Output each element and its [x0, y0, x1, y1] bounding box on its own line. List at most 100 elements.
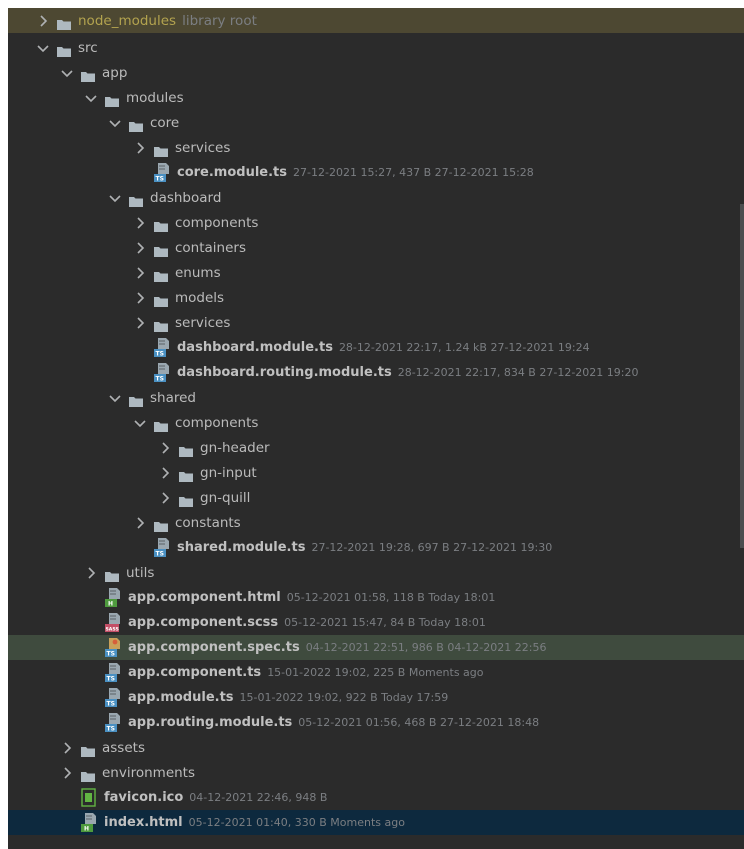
- svg-text:SASS: SASS: [106, 627, 119, 633]
- file-name: app.component.spec.ts: [128, 640, 300, 655]
- tree-file-favicon-ico[interactable]: favicon.ico 04-12-2021 22:46, 948 B: [8, 785, 744, 810]
- typescript-file-icon: TS: [154, 363, 171, 383]
- vertical-scrollbar[interactable]: [740, 204, 744, 548]
- tree-folder-gn-quill[interactable]: gn-quill: [8, 485, 744, 510]
- chevron-right-icon[interactable]: [133, 141, 147, 155]
- file-meta: 05-12-2021 15:47, 84 B Today 18:01: [284, 616, 486, 629]
- folder-name: assets: [102, 739, 145, 756]
- tree-file-core-module-ts[interactable]: TS core.module.ts 27-12-2021 15:27, 437 B …: [8, 160, 744, 185]
- tree-folder-environments[interactable]: environments: [8, 760, 744, 785]
- chevron-down-icon[interactable]: [36, 41, 50, 55]
- file-meta: 05-12-2021 01:56, 468 B 27-12-2021 18:48: [298, 716, 540, 729]
- chevron-down-icon[interactable]: [60, 66, 74, 80]
- tree-folder-core[interactable]: core: [8, 110, 744, 135]
- chevron-right-icon[interactable]: [133, 241, 147, 255]
- svg-text:H: H: [108, 601, 113, 608]
- chevron-right-icon[interactable]: [133, 216, 147, 230]
- tree-file-app-module-ts[interactable]: TS app.module.ts 15-01-2022 19:02, 922 B T…: [8, 685, 744, 710]
- sass-file-icon: SASS: [105, 613, 122, 633]
- typescript-file-icon: TS: [154, 338, 171, 358]
- file-meta: 15-01-2022 19:02, 225 B Moments ago: [267, 666, 484, 679]
- folder-icon: [129, 192, 143, 207]
- folder-icon: [154, 317, 168, 332]
- file-name: app.component.html: [128, 590, 281, 605]
- tree-folder-enums[interactable]: enums: [8, 260, 744, 285]
- chevron-right-icon[interactable]: [133, 291, 147, 305]
- tree-folder-shared[interactable]: shared: [8, 385, 744, 410]
- folder-icon: [57, 15, 71, 30]
- tree-folder-components[interactable]: components: [8, 410, 744, 435]
- folder-icon: [179, 467, 193, 482]
- chevron-right-icon[interactable]: [36, 14, 50, 28]
- chevron-right-icon[interactable]: [133, 516, 147, 530]
- folder-name: app: [102, 64, 128, 81]
- tree-folder-node-modules[interactable]: node_modules library root: [8, 8, 744, 33]
- folder-name: gn-input: [200, 464, 257, 481]
- folder-meta: library root: [182, 12, 257, 29]
- folder-name: constants: [175, 514, 241, 531]
- tree-file-app-routing-module-ts[interactable]: TS app.routing.module.ts 05-12-2021 01:56,…: [8, 710, 744, 735]
- project-tree[interactable]: node_modules library root src app modules cor…: [8, 8, 744, 849]
- tree-folder-constants[interactable]: constants: [8, 510, 744, 535]
- tree-file-dashboard-module-ts[interactable]: TS dashboard.module.ts 28-12-2021 22:17, 1…: [8, 335, 744, 360]
- tree-file-app-component-ts[interactable]: TS app.component.ts 15-01-2022 19:02, 225 …: [8, 660, 744, 685]
- file-meta: 28-12-2021 22:17, 834 B 27-12-2021 19:20: [397, 366, 639, 379]
- html-file-icon: H: [105, 588, 122, 608]
- chevron-down-icon[interactable]: [108, 116, 122, 130]
- folder-icon: [81, 767, 95, 782]
- chevron-down-icon[interactable]: [133, 416, 147, 430]
- tree-folder-gn-header[interactable]: gn-header: [8, 435, 744, 460]
- chevron-right-icon[interactable]: [60, 741, 74, 755]
- tree-folder-dashboard[interactable]: dashboard: [8, 185, 744, 210]
- tree-file-index-html[interactable]: Hindex.html 05-12-2021 01:40, 330 B Momen…: [8, 810, 744, 835]
- chevron-down-icon[interactable]: [108, 391, 122, 405]
- typescript-file-icon: TS: [154, 163, 171, 183]
- tree-folder-gn-input[interactable]: gn-input: [8, 460, 744, 485]
- file-name: app.routing.module.ts: [128, 715, 293, 730]
- typescript-file-icon: TS: [105, 688, 122, 708]
- chevron-right-icon[interactable]: [158, 466, 172, 480]
- tree-file-app-component-scss[interactable]: SASS app.component.scss 05-12-2021 15:47, …: [8, 610, 744, 635]
- folder-name: utils: [126, 564, 155, 581]
- chevron-right-icon[interactable]: [60, 766, 74, 780]
- chevron-down-icon[interactable]: [84, 91, 98, 105]
- folder-icon: [154, 417, 168, 432]
- folder-name: core: [150, 114, 180, 131]
- folder-icon: [154, 242, 168, 257]
- chevron-right-icon[interactable]: [158, 441, 172, 455]
- file-name: app.component.ts: [128, 665, 262, 680]
- folder-name: src: [78, 39, 98, 56]
- tree-folder-services[interactable]: services: [8, 135, 744, 160]
- folder-name: environments: [102, 764, 196, 781]
- file-meta: 27-12-2021 19:28, 697 B 27-12-2021 19:30: [311, 541, 553, 554]
- tree-file-app-component-spec-ts[interactable]: TS app.component.spec.ts 04-12-2021 22:51,…: [8, 635, 744, 660]
- folder-name: models: [175, 289, 225, 306]
- tree-folder-components[interactable]: components: [8, 210, 744, 235]
- tree-folder-src[interactable]: src: [8, 35, 744, 60]
- tree-file-dashboard-routing-module-ts[interactable]: TS dashboard.routing.module.ts 28-12-2021 …: [8, 360, 744, 385]
- tree-folder-modules[interactable]: modules: [8, 85, 744, 110]
- folder-icon: [81, 67, 95, 82]
- tree-folder-utils[interactable]: utils: [8, 560, 744, 585]
- tree-file-shared-module-ts[interactable]: TS shared.module.ts 27-12-2021 19:28, 697 …: [8, 535, 744, 560]
- tree-folder-models[interactable]: models: [8, 285, 744, 310]
- chevron-right-icon[interactable]: [133, 316, 147, 330]
- folder-icon: [154, 142, 168, 157]
- tree-folder-containers[interactable]: containers: [8, 235, 744, 260]
- tree-folder-assets[interactable]: assets: [8, 735, 744, 760]
- chevron-right-icon[interactable]: [158, 491, 172, 505]
- tree-folder-app[interactable]: app: [8, 60, 744, 85]
- svg-text:TS: TS: [156, 376, 164, 383]
- chevron-right-icon[interactable]: [133, 266, 147, 280]
- folder-name: node_modules: [78, 12, 177, 29]
- folder-icon: [179, 492, 193, 507]
- chevron-down-icon[interactable]: [108, 191, 122, 205]
- typescript-file-icon: TS: [105, 663, 122, 683]
- tree-folder-services[interactable]: services: [8, 310, 744, 335]
- folder-icon: [57, 42, 71, 57]
- tree-file-app-component-html[interactable]: Happ.component.html 05-12-2021 01:58, 118…: [8, 585, 744, 610]
- file-meta: 15-01-2022 19:02, 922 B Today 17:59: [239, 691, 449, 704]
- svg-text:H: H: [84, 826, 89, 833]
- folder-icon: [154, 517, 168, 532]
- chevron-right-icon[interactable]: [84, 566, 98, 580]
